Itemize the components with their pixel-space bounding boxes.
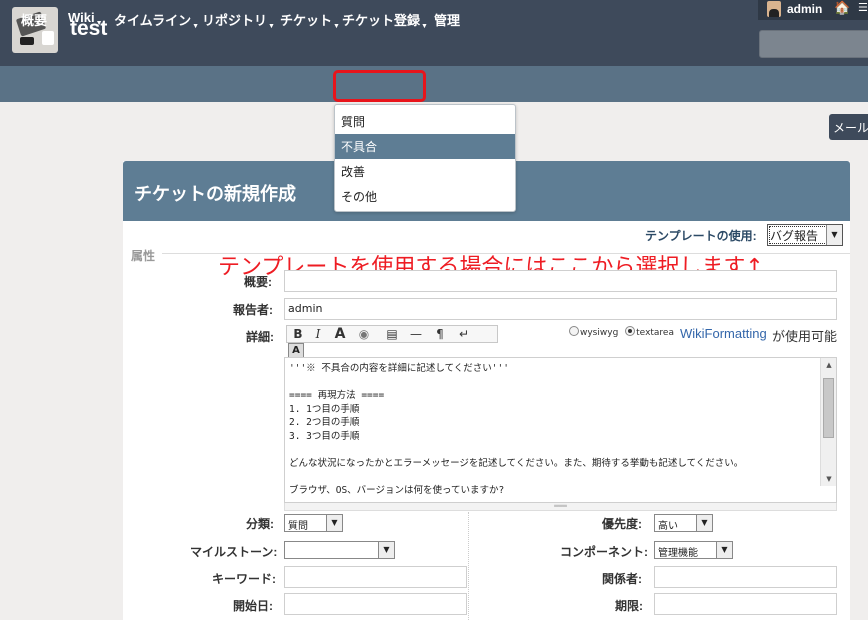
component-label: コンポーネント:	[560, 545, 648, 559]
description-label: 詳細:	[246, 330, 274, 344]
chevron-down-icon: ▼	[696, 515, 712, 531]
nav-item-tickets[interactable]: チケット▼	[280, 10, 340, 30]
resize-grip[interactable]: ═══	[284, 503, 837, 511]
image-button[interactable]: A	[288, 343, 304, 358]
chevron-down-icon: ▼	[95, 20, 103, 27]
page-title: チケットの新規作成	[134, 184, 296, 204]
cc-input[interactable]	[654, 566, 837, 588]
column-divider	[468, 512, 469, 620]
mail-tooltip: メール	[829, 114, 868, 140]
textarea-radio[interactable]	[625, 326, 636, 336]
dropdown-item-question[interactable]: 質問	[335, 109, 515, 134]
search-input[interactable]	[759, 30, 868, 58]
dropdown-item-bug[interactable]: 不具合	[335, 134, 515, 159]
scroll-thumb[interactable]	[823, 378, 834, 438]
chevron-down-icon: ▼	[268, 23, 275, 30]
textarea-scrollbar[interactable]: ▲ ▼	[820, 358, 836, 486]
chevron-down-icon: ▼	[326, 515, 342, 531]
code-button[interactable]: ▤	[383, 326, 401, 342]
nav-item-overview[interactable]: 概要	[21, 10, 47, 29]
keywords-label: キーワード:	[212, 572, 276, 586]
reporter-label: 報告者:	[233, 303, 273, 317]
dropdown-item-other[interactable]: その他	[335, 184, 515, 209]
nav-item-wiki[interactable]: Wiki▼	[68, 10, 103, 27]
chevron-down-icon: ▼	[333, 23, 340, 30]
editor-mode-radios: wysiwyg textarea	[569, 326, 674, 338]
wiki-toolbar: B I A ◉ ▤ — ¶ ↵	[286, 325, 498, 343]
template-select[interactable]: バグ報告 ▼	[767, 224, 843, 246]
chevron-down-icon: ▼	[421, 23, 428, 30]
milestone-select[interactable]: ▼	[284, 541, 395, 559]
textarea-label: textarea	[636, 328, 674, 338]
start-date-input[interactable]	[284, 593, 467, 615]
hr-button[interactable]: —	[407, 326, 425, 342]
reporter-input[interactable]: admin	[284, 298, 837, 320]
priority-select[interactable]: 高い ▼	[654, 514, 713, 532]
link-button[interactable]: ◉	[355, 326, 373, 342]
bold-button[interactable]: B	[289, 326, 307, 342]
start-date-label: 開始日:	[233, 599, 273, 613]
description-textarea[interactable]: '''※ 不具合の内容を詳細に記述してください''' ==== 再現方法 ===…	[284, 357, 837, 503]
wiki-available-text: が使用可能	[772, 330, 838, 345]
component-select[interactable]: 管理機能 ▼	[654, 541, 733, 559]
wysiwyg-label: wysiwyg	[580, 328, 619, 338]
template-label: テンプレートの使用:	[645, 229, 757, 243]
chevron-down-icon: ▼	[378, 542, 394, 558]
due-date-label: 期限:	[615, 599, 643, 613]
summary-input[interactable]	[284, 270, 837, 292]
nav-item-repository[interactable]: リポジトリ▼	[202, 10, 275, 30]
type-select[interactable]: 質問 ▼	[284, 514, 343, 532]
linebreak-button[interactable]: ↵	[455, 326, 473, 342]
summary-label: 概要:	[244, 275, 272, 289]
new-ticket-dropdown: 質問 不具合 改善 その他	[334, 104, 516, 212]
chevron-down-icon: ▼	[826, 225, 842, 245]
priority-label: 優先度:	[602, 517, 642, 531]
nav-item-admin[interactable]: 管理	[434, 10, 460, 29]
paragraph-button[interactable]: ¶	[431, 326, 449, 342]
italic-button[interactable]: I	[309, 326, 327, 342]
dropdown-item-improvement[interactable]: 改善	[335, 159, 515, 184]
nav-item-timeline[interactable]: タイムライン▼	[114, 10, 199, 30]
description-text: '''※ 不具合の内容を詳細に記述してください''' ==== 再現方法 ===…	[289, 363, 744, 496]
project-nav	[0, 66, 868, 102]
scroll-down-icon[interactable]: ▼	[821, 472, 836, 486]
fieldset-legend: 属性	[131, 249, 156, 263]
due-date-input[interactable]	[654, 593, 837, 615]
avatar[interactable]	[767, 1, 781, 17]
wikiformatting-link[interactable]: WikiFormatting	[680, 326, 767, 341]
type-label: 分類:	[246, 517, 274, 531]
chevron-down-icon: ▼	[192, 23, 200, 30]
menu-icon[interactable]: ☰	[858, 1, 868, 14]
scroll-up-icon[interactable]: ▲	[821, 358, 836, 372]
chevron-down-icon: ▼	[716, 542, 732, 558]
home-icon[interactable]: 🏠	[834, 1, 850, 16]
username-link[interactable]: admin	[787, 2, 822, 16]
nav-item-new-ticket[interactable]: チケット登録▼	[342, 10, 428, 30]
milestone-label: マイルストーン:	[190, 545, 278, 559]
cc-label: 関係者:	[602, 572, 642, 586]
wysiwyg-radio[interactable]	[569, 326, 579, 336]
heading-button[interactable]: A	[331, 326, 349, 342]
keywords-input[interactable]	[284, 566, 467, 588]
highlight-box	[333, 70, 426, 102]
